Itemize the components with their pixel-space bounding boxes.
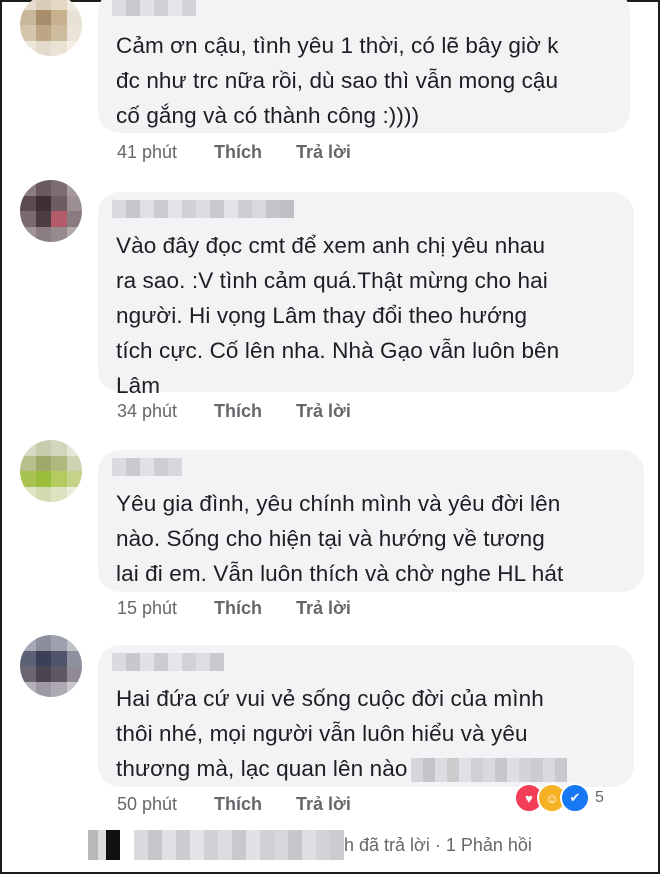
blurred-mention [411,758,568,783]
reaction-count: 5 [595,789,604,806]
reply-link[interactable]: Trả lời [296,142,351,163]
comment-bubble: Yêu gia đình, yêu chính mình và yêu đời … [98,450,644,592]
avatar[interactable] [20,635,82,697]
comment-text: Hai đứa cứ vui vẻ sống cuộc đời của mình… [116,681,620,786]
comment-actions: 15 phút Thích Trả lời [117,598,351,619]
reply-link[interactable]: Trả lời [296,401,351,422]
like-link[interactable]: Thích [214,401,296,422]
comment-time[interactable]: 41 phút [117,142,214,163]
replies-summary-text[interactable]: h đã trả lời · 1 Phản hồi [344,835,532,856]
avatar[interactable] [20,440,82,502]
like-link[interactable]: Thích [214,598,296,619]
comment-time[interactable]: 34 phút [117,401,214,422]
comment-text: Cảm ơn cậu, tình yêu 1 thời, có lẽ bây g… [116,33,559,128]
comment-bubble: Hai đứa cứ vui vẻ sống cuộc đời của mình… [98,645,634,787]
comment-actions: 50 phút Thích Trả lời [117,794,351,815]
comment-text: Yêu gia đình, yêu chính mình và yêu đời … [116,491,564,586]
commenter-name-blurred[interactable] [112,200,294,218]
commenter-name-blurred[interactable] [112,653,224,671]
comment-time[interactable]: 15 phút [117,598,214,619]
replier-avatar-blurred [88,830,120,860]
like-link[interactable]: Thích [214,142,296,163]
comment-bubble: Vào đây đọc cmt để xem anh chị yêu nhau … [98,192,634,398]
comment-time[interactable]: 50 phút [117,794,214,815]
avatar[interactable] [20,180,82,242]
reply-link[interactable]: Trả lời [296,598,351,619]
view-replies-link[interactable]: h đã trả lời · 1 Phản hồi [88,828,532,862]
comment-actions: 34 phút Thích Trả lời [117,401,351,422]
commenter-name-blurred[interactable] [112,0,196,16]
replier-name-blurred [134,830,344,860]
comment-actions: 41 phút Thích Trả lời [117,142,351,163]
reply-link[interactable]: Trả lời [296,794,351,815]
comment-text: Vào đây đọc cmt để xem anh chị yêu nhau … [116,233,560,398]
reactions-summary[interactable]: ♥ ☺ ✔ 5 [514,783,604,813]
like-icon: ✔ [560,783,590,813]
like-link[interactable]: Thích [214,794,296,815]
commenter-name-blurred[interactable] [112,458,182,476]
comment-bubble: Cảm ơn cậu, tình yêu 1 thời, có lẽ bây g… [98,0,630,133]
